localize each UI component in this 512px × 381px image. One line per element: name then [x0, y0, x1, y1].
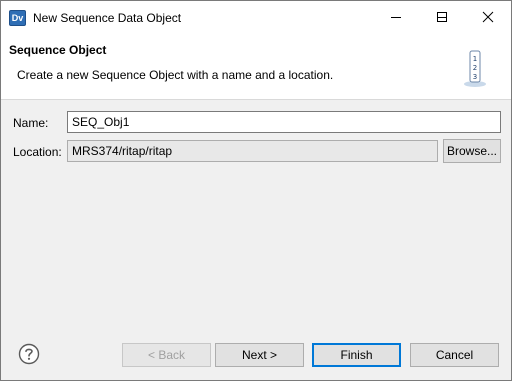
browse-button[interactable]: Browse...	[443, 139, 501, 163]
name-input[interactable]: SEQ_Obj1	[67, 111, 501, 133]
maximize-control[interactable]	[419, 1, 465, 33]
minimize-icon	[391, 17, 401, 18]
close-icon	[482, 11, 494, 23]
dialog-window: Dv New Sequence Data Object Sequence Obj…	[0, 0, 512, 381]
finish-button[interactable]: Finish	[312, 343, 401, 367]
sequence-icon-digit: 1	[473, 55, 477, 63]
sequence-icon: 1 2 3	[464, 50, 486, 87]
back-button[interactable]: < Back	[122, 343, 211, 367]
sequence-icon-digit: 2	[473, 64, 477, 72]
next-button[interactable]: Next >	[215, 343, 304, 367]
cancel-button[interactable]: Cancel	[410, 343, 499, 367]
wizard-header: Sequence Object Create a new Sequence Ob…	[1, 35, 511, 100]
help-icon[interactable]	[18, 343, 40, 365]
header-description: Create a new Sequence Object with a name…	[17, 68, 334, 82]
location-label: Location:	[13, 145, 62, 159]
maximize-icon	[437, 12, 447, 22]
header-title: Sequence Object	[9, 43, 107, 57]
window-title: New Sequence Data Object	[33, 11, 182, 25]
close-control[interactable]	[465, 1, 511, 33]
sequence-icon-digit: 3	[473, 73, 477, 81]
name-label: Name:	[13, 116, 49, 130]
location-field: MRS374/ritap/ritap	[67, 140, 438, 162]
minimize-control[interactable]	[373, 1, 419, 33]
app-icon: Dv	[9, 10, 26, 26]
